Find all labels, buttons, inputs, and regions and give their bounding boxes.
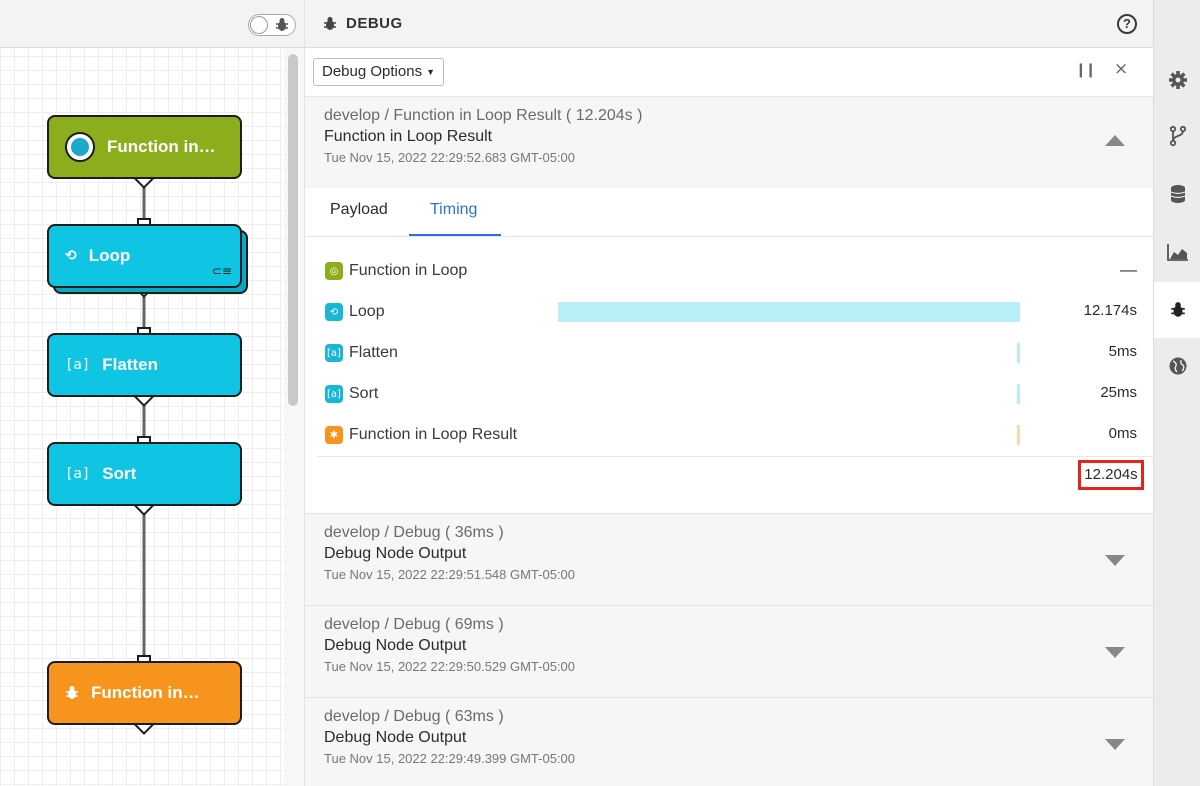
rail-metrics-button[interactable] [1154, 224, 1200, 280]
debug-options-label: Debug Options [322, 63, 423, 80]
entry-tabs: Payload Timing [305, 188, 1153, 237]
debug-toolbar: Debug Options ▼ ❙❙ × [305, 48, 1153, 97]
node-label: Function in… [91, 683, 200, 702]
rail-versions-button[interactable] [1154, 108, 1200, 164]
timing-row: ◎ Function in Loop [325, 261, 467, 281]
entry-timestamp: Tue Nov 15, 2022 22:29:49.399 GMT-05:00 [324, 751, 576, 766]
debug-icon: ✱ [325, 426, 343, 444]
clear-button[interactable]: × [1114, 59, 1128, 79]
timing-row-label: Function in Loop Result [349, 426, 518, 443]
bug-icon [324, 16, 336, 30]
entry-name: Debug Node Output [324, 545, 467, 562]
workflow-canvas[interactable]: Function in… ⟲ Loop ⊂≡ [a] Flatten [a] S… [0, 0, 305, 786]
timing-row: ⟲ Loop [325, 302, 385, 322]
entry-name: Debug Node Output [324, 637, 467, 654]
entry-title: develop / Function in Loop Result ( 12.2… [324, 107, 643, 124]
pause-button[interactable]: ❙❙ [1075, 62, 1097, 78]
array-icon: [a] [65, 357, 91, 373]
rail-globe-button[interactable] [1154, 338, 1200, 394]
area-chart-icon [1166, 244, 1188, 261]
timing-value: 5ms [1108, 343, 1137, 360]
timing-row-label: Loop [349, 303, 385, 320]
node-label: Loop [88, 246, 131, 265]
rail-debug-button[interactable] [1154, 282, 1200, 338]
timing-value: 12.174s [1083, 302, 1137, 319]
caret-down-icon: ▼ [426, 67, 435, 78]
entry-header[interactable]: develop / Debug ( 36ms ) Debug Node Outp… [305, 514, 1153, 605]
collapse-chevron-icon[interactable] [1105, 135, 1125, 146]
entry-name: Function in Loop Result [324, 128, 493, 145]
total-time-value: 12.204s [1078, 460, 1144, 490]
debug-panel: DEBUG ? Debug Options ▼ ❙❙ × develop / Fu… [305, 0, 1153, 786]
timing-bar [1017, 384, 1020, 404]
node-label: Flatten [102, 355, 159, 374]
timing-bar [558, 302, 1020, 322]
node-label: Sort [102, 464, 137, 483]
database-icon [1170, 185, 1185, 203]
loop-icon: ⟲ [65, 248, 77, 264]
active-tab-indicator [409, 234, 501, 236]
node-function-trigger[interactable]: Function in… [47, 115, 242, 179]
node-loop[interactable]: ⟲ Loop ⊂≡ [47, 224, 242, 288]
panel-title: DEBUG [346, 15, 403, 32]
array-icon: [a] [65, 466, 91, 482]
array-icon: [a] [325, 385, 343, 403]
timing-breakdown: ◎ Function in Loop — ⟲ Loop 12.174s [a] … [305, 237, 1153, 513]
entry-header[interactable]: develop / Debug ( 69ms ) Debug Node Outp… [305, 606, 1153, 697]
divider [317, 456, 1153, 457]
debug-options-dropdown[interactable]: Debug Options ▼ [313, 58, 444, 86]
branch-icon [1169, 125, 1186, 147]
timing-row-label: Sort [349, 385, 379, 402]
collapse-timing-button[interactable]: — [1120, 260, 1137, 280]
timing-row-label: Function in Loop [349, 262, 468, 279]
loop-list-icon: ⊂≡ [211, 264, 232, 278]
timing-bar [1017, 425, 1020, 445]
function-icon: ◎ [325, 262, 343, 280]
right-icon-rail [1153, 0, 1200, 786]
bug-icon [66, 686, 78, 699]
timing-row: ✱ Function in Loop Result [325, 425, 517, 445]
globe-icon [1169, 357, 1186, 375]
entry-title: develop / Debug ( 63ms ) [324, 708, 504, 725]
node-sort[interactable]: [a] Sort [47, 442, 242, 506]
debug-entry: develop / Debug ( 36ms ) Debug Node Outp… [305, 514, 1153, 606]
expand-chevron-icon[interactable] [1105, 555, 1125, 566]
entry-header[interactable]: develop / Function in Loop Result ( 12.2… [305, 97, 1153, 188]
node-debug[interactable]: Function in… [47, 661, 242, 725]
timing-value: 0ms [1108, 425, 1137, 442]
gear-icon [1168, 71, 1187, 89]
help-icon[interactable]: ? [1117, 14, 1137, 34]
tab-timing[interactable]: Timing [430, 201, 477, 219]
timing-row: [a] Flatten [325, 343, 398, 363]
tab-payload[interactable]: Payload [330, 201, 388, 219]
entry-title: develop / Debug ( 69ms ) [324, 616, 504, 633]
debug-entry: develop / Function in Loop Result ( 12.2… [305, 97, 1153, 514]
expand-chevron-icon[interactable] [1105, 739, 1125, 750]
debug-entry: develop / Debug ( 63ms ) Debug Node Outp… [305, 698, 1153, 786]
timing-bar [1017, 343, 1020, 363]
rail-settings-button[interactable] [1154, 52, 1200, 108]
loop-icon: ⟲ [325, 303, 343, 321]
entry-timestamp: Tue Nov 15, 2022 22:29:52.683 GMT-05:00 [324, 150, 576, 165]
entry-header[interactable]: develop / Debug ( 63ms ) Debug Node Outp… [305, 698, 1153, 786]
debug-entry: develop / Debug ( 69ms ) Debug Node Outp… [305, 606, 1153, 698]
expand-chevron-icon[interactable] [1105, 647, 1125, 658]
node-flatten[interactable]: [a] Flatten [47, 333, 242, 397]
node-label: Function in… [107, 137, 216, 156]
timing-value: 25ms [1100, 384, 1137, 401]
debug-panel-header: DEBUG ? [305, 0, 1153, 48]
timing-row-label: Flatten [349, 344, 398, 361]
rail-storage-button[interactable] [1154, 166, 1200, 222]
bug-icon [1170, 302, 1185, 317]
array-icon: [a] [325, 344, 343, 362]
canvas-scrollbar-thumb[interactable] [288, 54, 298, 406]
entry-timestamp: Tue Nov 15, 2022 22:29:51.548 GMT-05:00 [324, 567, 576, 582]
timing-row: [a] Sort [325, 384, 378, 404]
entry-name: Debug Node Output [324, 729, 467, 746]
entry-timestamp: Tue Nov 15, 2022 22:29:50.529 GMT-05:00 [324, 659, 576, 674]
trigger-ring-icon [65, 132, 95, 162]
entry-title: develop / Debug ( 36ms ) [324, 524, 504, 541]
